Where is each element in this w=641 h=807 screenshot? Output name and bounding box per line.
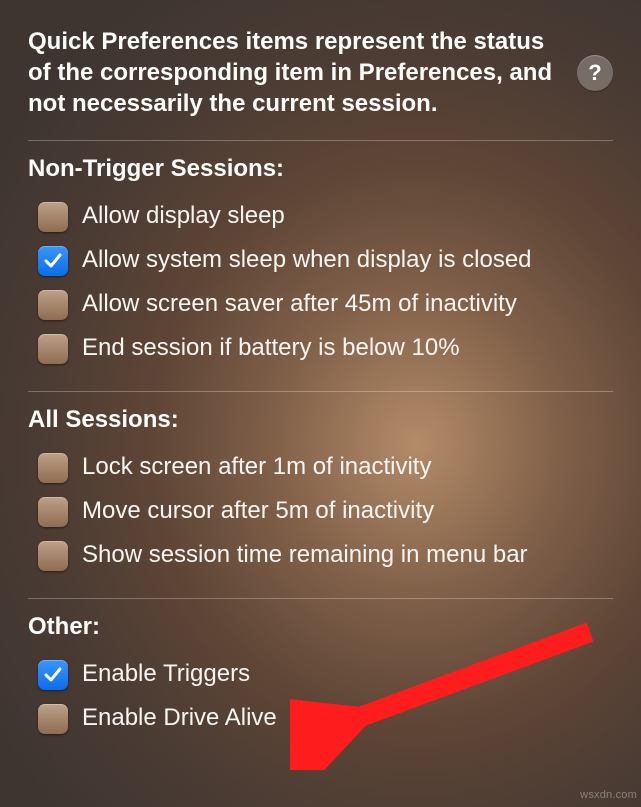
- move-cursor-inactivity[interactable]: Move cursor after 5m of inactivity: [28, 490, 613, 534]
- option-label: Allow screen saver after 45m of inactivi…: [82, 290, 517, 319]
- section-title-other: Other:: [28, 613, 613, 641]
- checkbox[interactable]: [38, 453, 68, 483]
- checkbox[interactable]: [38, 660, 68, 690]
- checkbox[interactable]: [38, 334, 68, 364]
- option-label: Lock screen after 1m of inactivity: [82, 453, 431, 482]
- option-label: Show session time remaining in menu bar: [82, 541, 528, 570]
- divider: [28, 140, 613, 141]
- option-label: Allow system sleep when display is close…: [82, 246, 532, 275]
- header-row: Quick Preferences items represent the st…: [28, 26, 613, 120]
- show-time-menu-bar[interactable]: Show session time remaining in menu bar: [28, 534, 613, 578]
- section-title-non-trigger: Non-Trigger Sessions:: [28, 155, 613, 183]
- allow-screen-saver[interactable]: Allow screen saver after 45m of inactivi…: [28, 283, 613, 327]
- option-label: End session if battery is below 10%: [82, 334, 460, 363]
- option-label: Enable Triggers: [82, 660, 250, 689]
- checkbox[interactable]: [38, 704, 68, 734]
- option-label: Enable Drive Alive: [82, 704, 277, 733]
- enable-drive-alive[interactable]: Enable Drive Alive: [28, 697, 613, 741]
- help-icon: ?: [588, 60, 601, 86]
- divider: [28, 598, 613, 599]
- end-session-low-battery[interactable]: End session if battery is below 10%: [28, 327, 613, 371]
- option-label: Move cursor after 5m of inactivity: [82, 497, 434, 526]
- allow-system-sleep-closed[interactable]: Allow system sleep when display is close…: [28, 239, 613, 283]
- option-label: Allow display sleep: [82, 202, 285, 231]
- watermark: wsxdn.com: [580, 789, 637, 801]
- enable-triggers[interactable]: Enable Triggers: [28, 653, 613, 697]
- checkbox[interactable]: [38, 541, 68, 571]
- allow-display-sleep[interactable]: Allow display sleep: [28, 195, 613, 239]
- checkbox[interactable]: [38, 202, 68, 232]
- checkbox[interactable]: [38, 497, 68, 527]
- preferences-panel: Quick Preferences items represent the st…: [0, 0, 641, 761]
- section-title-all: All Sessions:: [28, 406, 613, 434]
- divider: [28, 391, 613, 392]
- intro-text: Quick Preferences items represent the st…: [28, 26, 563, 120]
- help-button[interactable]: ?: [577, 55, 613, 91]
- lock-screen-inactivity[interactable]: Lock screen after 1m of inactivity: [28, 446, 613, 490]
- checkbox[interactable]: [38, 246, 68, 276]
- checkbox[interactable]: [38, 290, 68, 320]
